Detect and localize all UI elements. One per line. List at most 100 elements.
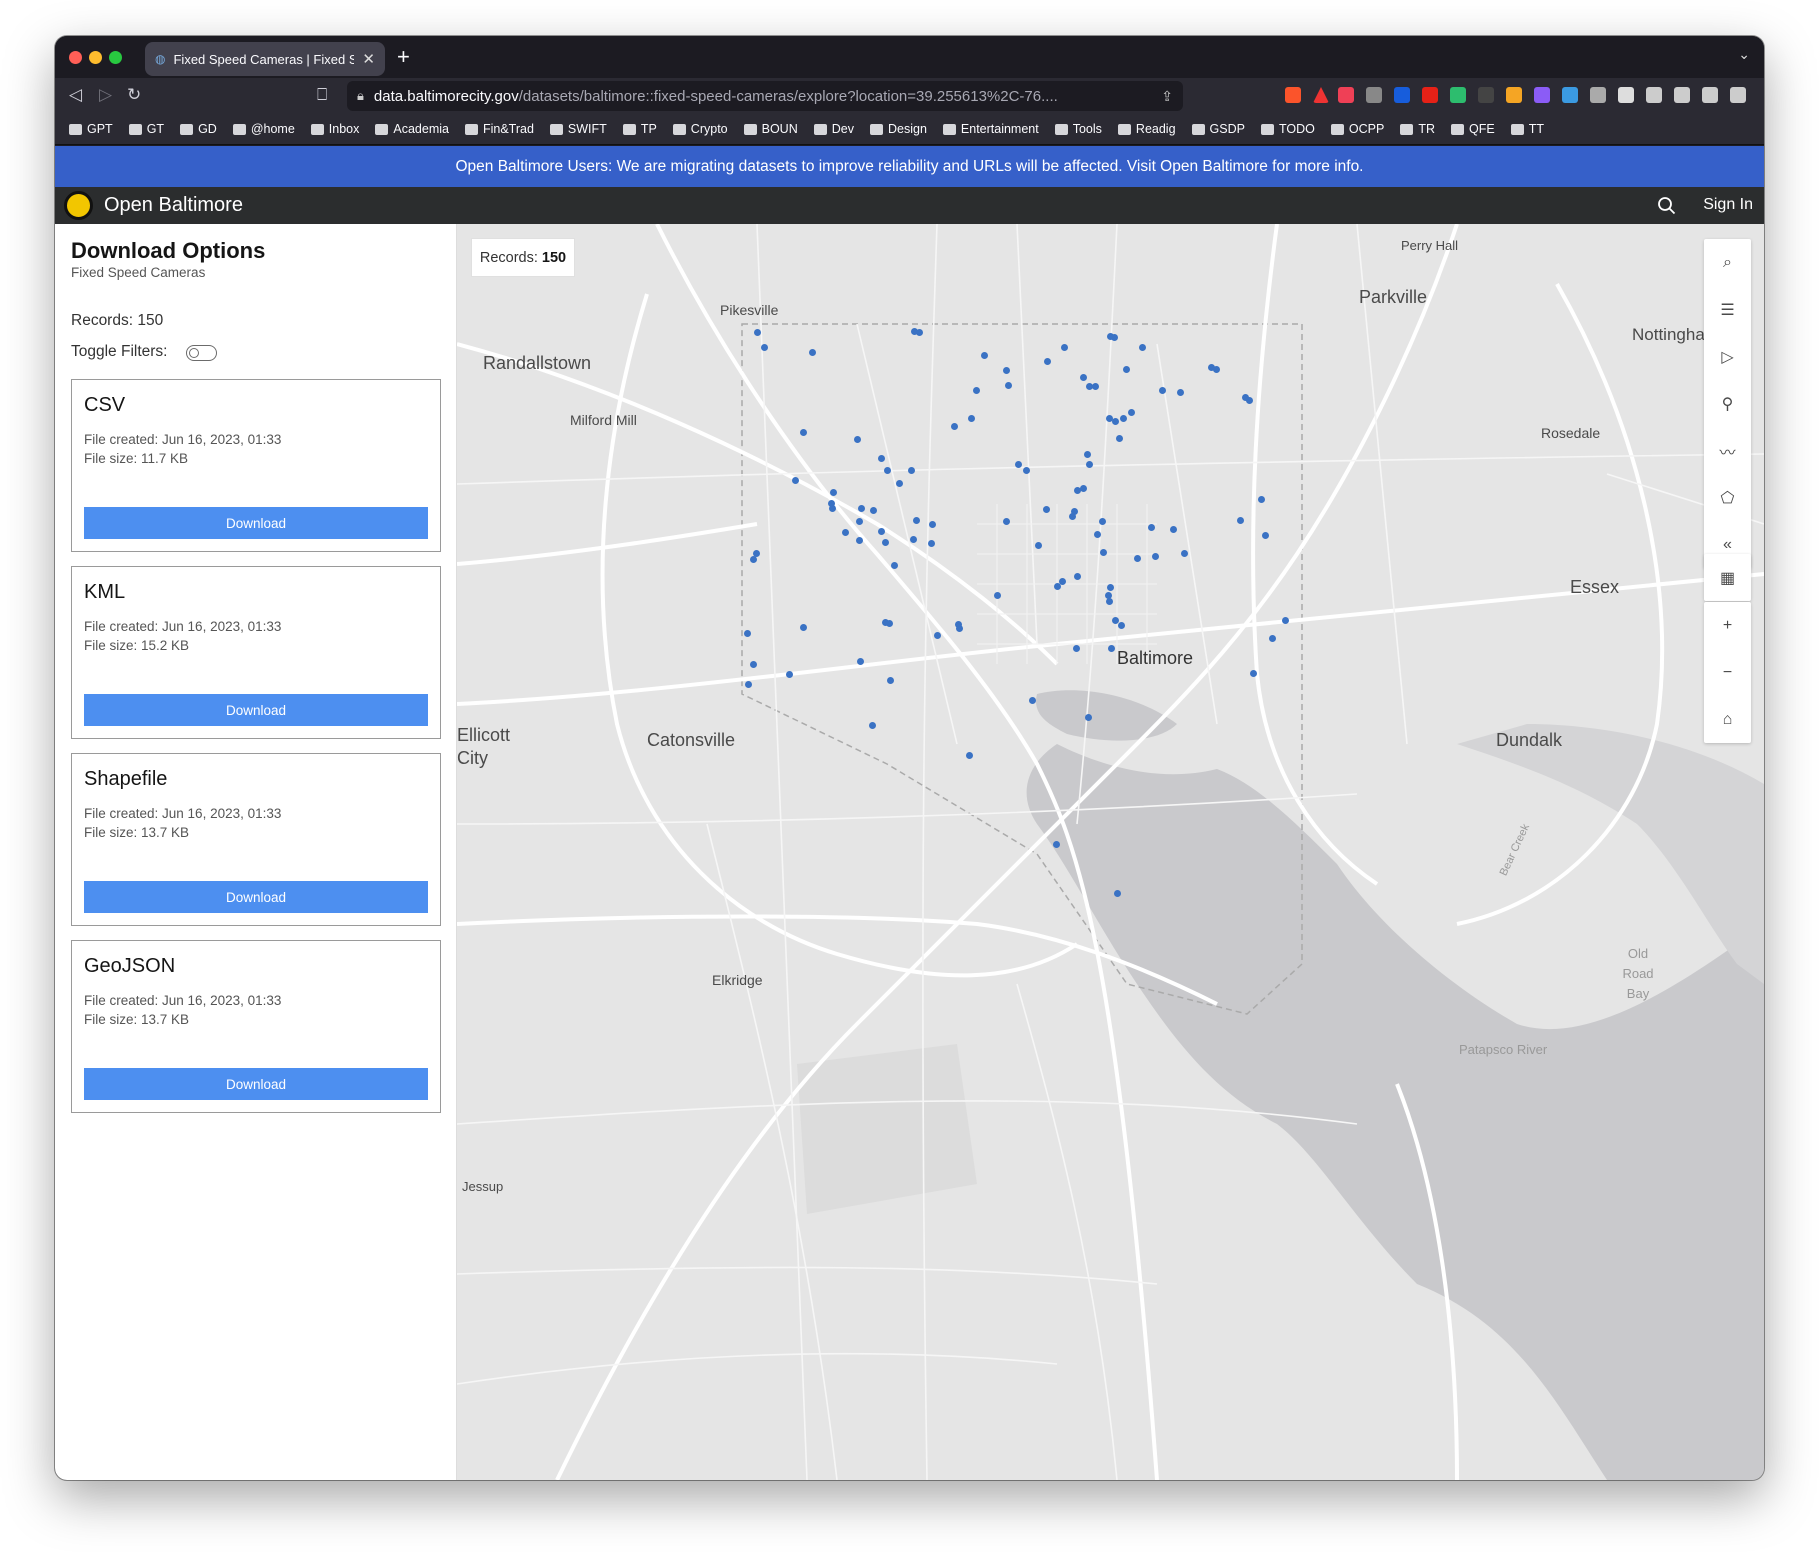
speed-camera-point[interactable] [1094,531,1101,538]
bookmark-item[interactable]: Readig [1117,122,1176,136]
forward-icon[interactable]: ▷ [99,85,112,105]
speed-camera-point[interactable] [1044,358,1051,365]
map-view[interactable]: Records: 150 Perry Hall Pikesville Parkvi… [457,224,1764,1480]
speed-camera-point[interactable] [1107,584,1114,591]
speed-camera-point[interactable] [786,671,793,678]
speed-camera-point[interactable] [1123,366,1130,373]
speed-camera-point[interactable] [1074,573,1081,580]
bookmark-item[interactable]: Crypto [672,122,728,136]
bookmark-item[interactable]: Inbox [310,122,359,136]
speed-camera-point[interactable] [884,467,891,474]
speed-camera-point[interactable] [916,329,923,336]
speed-camera-point[interactable] [878,528,885,535]
puzzle-icon[interactable] [1618,87,1634,103]
bookmark-item[interactable]: Dev [813,122,854,136]
close-tab-icon[interactable]: ✕ [362,50,375,68]
speed-camera-point[interactable] [1086,461,1093,468]
bookmark-item[interactable]: GT [128,122,164,136]
speed-camera-point[interactable] [1106,598,1113,605]
brave-shield-icon[interactable] [1285,87,1301,103]
speed-camera-point[interactable] [1134,555,1141,562]
back-icon[interactable]: ◁ [69,85,82,105]
speed-camera-point[interactable] [1029,697,1036,704]
zoom-in-icon[interactable]: + [1704,602,1751,649]
speed-camera-point[interactable] [1258,496,1265,503]
bookmark-item[interactable]: SWIFT [549,122,607,136]
speed-camera-point[interactable] [1111,334,1118,341]
bookmark-item[interactable]: GSDP [1191,122,1245,136]
speed-camera-point[interactable] [1043,506,1050,513]
speed-camera-point[interactable] [745,681,752,688]
zoom-out-icon[interactable]: − [1704,649,1751,696]
sign-in-link[interactable]: Sign In [1703,196,1753,214]
baltimore-logo[interactable] [64,191,93,220]
speed-camera-point[interactable] [1177,389,1184,396]
speed-camera-point[interactable] [1148,524,1155,531]
bookmark-icon[interactable]: ⎕ [317,85,327,105]
speed-camera-point[interactable] [1159,387,1166,394]
speed-camera-point[interactable] [1003,518,1010,525]
extension-icon[interactable] [1450,87,1466,103]
polygon-icon[interactable]: ⬠ [1704,474,1751,521]
browser-tab[interactable]: ◍ Fixed Speed Cameras | Fixed Sp ✕ [145,42,385,76]
speed-camera-point[interactable] [1069,513,1076,520]
speed-camera-point[interactable] [1099,518,1106,525]
bookmark-item[interactable]: TT [1510,122,1544,136]
reload-icon[interactable]: ↻ [127,85,141,105]
speed-camera-point[interactable] [754,329,761,336]
speed-camera-point[interactable] [829,505,836,512]
speed-camera-point[interactable] [1246,397,1253,404]
speed-camera-point[interactable] [878,455,885,462]
close-window-button[interactable] [69,51,82,64]
speed-camera-point[interactable] [1237,517,1244,524]
speed-camera-point[interactable] [830,489,837,496]
speed-camera-point[interactable] [854,436,861,443]
speed-camera-point[interactable] [968,415,975,422]
chevron-down-icon[interactable]: ⌄ [1738,46,1750,63]
speed-camera-point[interactable] [800,624,807,631]
bookmark-item[interactable]: TODO [1260,122,1315,136]
speed-camera-point[interactable] [1080,485,1087,492]
bookmark-item[interactable]: GPT [69,122,113,136]
list-icon[interactable]: ☰ [1704,286,1751,333]
menu-icon[interactable] [1730,87,1746,103]
speed-camera-point[interactable] [891,562,898,569]
speed-camera-point[interactable] [913,517,920,524]
download-csv-button[interactable]: Download [84,507,428,539]
table-icon[interactable]: ▦ [1704,554,1751,601]
speed-camera-point[interactable] [744,630,751,637]
download-geojson-button[interactable]: Download [84,1068,428,1100]
new-tab-button[interactable]: + [397,44,410,70]
speed-camera-point[interactable] [994,592,1001,599]
pin-icon[interactable]: ⚲ [1704,380,1751,427]
zoom-window-button[interactable] [109,51,122,64]
speed-camera-point[interactable] [908,467,915,474]
speed-camera-point[interactable] [1085,714,1092,721]
speed-camera-point[interactable] [1213,366,1220,373]
speed-camera-point[interactable] [1108,645,1115,652]
speed-camera-point[interactable] [842,529,849,536]
bitwarden-icon[interactable] [1394,87,1410,103]
bookmark-item[interactable]: Academia [375,122,449,136]
speed-camera-point[interactable] [1139,344,1146,351]
minimize-window-button[interactable] [89,51,102,64]
speed-camera-point[interactable] [882,539,889,546]
speed-camera-point[interactable] [887,677,894,684]
speed-camera-point[interactable] [896,480,903,487]
speed-camera-point[interactable] [1128,409,1135,416]
speed-camera-point[interactable] [1152,553,1159,560]
bookmark-item[interactable]: TP [622,122,657,136]
speed-camera-point[interactable] [1116,435,1123,442]
polyline-icon[interactable]: 〰 [1704,427,1751,474]
select-icon[interactable]: ▷ [1704,333,1751,380]
bookmark-item[interactable]: BOUN [743,122,798,136]
speed-camera-point[interactable] [856,518,863,525]
app-title[interactable]: Open Baltimore [104,194,243,217]
speed-camera-point[interactable] [857,658,864,665]
speed-camera-point[interactable] [1120,415,1127,422]
speed-camera-point[interactable] [1100,549,1107,556]
speed-camera-point[interactable] [973,387,980,394]
speed-camera-point[interactable] [1084,451,1091,458]
rewards-icon[interactable] [1313,87,1329,103]
speed-camera-point[interactable] [1053,841,1060,848]
